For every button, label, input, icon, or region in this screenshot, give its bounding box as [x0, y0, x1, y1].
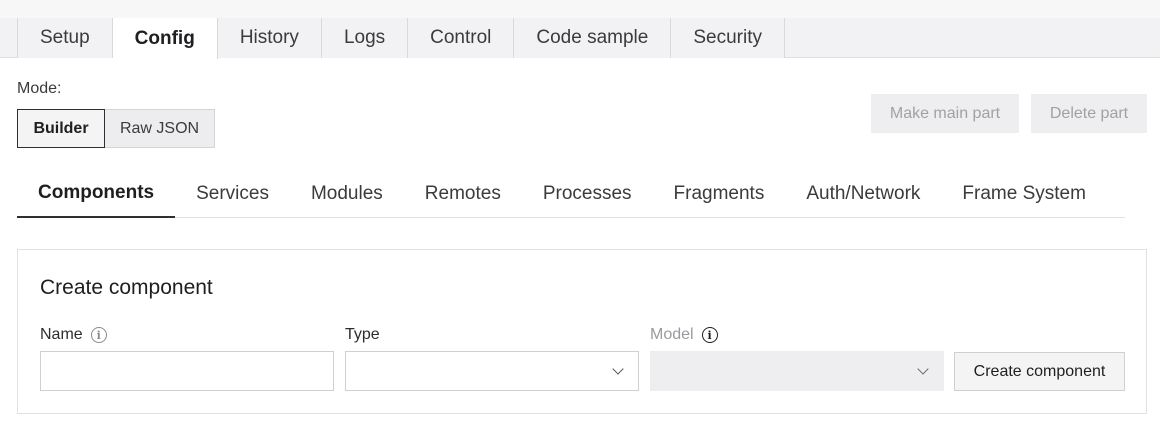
model-label: Model i [650, 326, 718, 344]
make-main-part-button[interactable]: Make main part [871, 94, 1019, 133]
subtab-services[interactable]: Services [175, 170, 290, 218]
type-select[interactable] [345, 351, 639, 391]
subtab-remotes[interactable]: Remotes [404, 170, 522, 218]
mode-toggle: Builder Raw JSON [17, 109, 215, 148]
mode-builder-button[interactable]: Builder [17, 109, 105, 148]
delete-part-button[interactable]: Delete part [1031, 94, 1147, 133]
chevron-down-icon [917, 363, 929, 375]
subtab-modules[interactable]: Modules [290, 170, 404, 218]
model-label-text: Model [650, 326, 694, 343]
config-sub-tabs: Components Services Modules Remotes Proc… [17, 170, 1125, 218]
name-label-text: Name [40, 326, 83, 343]
main-tabs: Setup Config History Logs Control Code s… [17, 18, 785, 59]
create-component-card: Create component Name i Type Model i Cre… [17, 249, 1147, 414]
tab-config[interactable]: Config [112, 18, 218, 59]
tab-control[interactable]: Control [408, 18, 515, 58]
tab-logs[interactable]: Logs [321, 18, 409, 58]
tab-setup[interactable]: Setup [17, 18, 113, 58]
create-component-button[interactable]: Create component [954, 352, 1125, 391]
name-label: Name i [40, 326, 107, 344]
tab-history[interactable]: History [217, 18, 322, 58]
card-title: Create component [40, 276, 213, 299]
info-icon[interactable]: i [701, 327, 718, 343]
mode-label: Mode: [17, 80, 62, 97]
subtab-processes[interactable]: Processes [522, 170, 653, 218]
name-input[interactable] [40, 351, 334, 391]
subtab-frame-system[interactable]: Frame System [941, 170, 1107, 218]
subtab-fragments[interactable]: Fragments [653, 170, 786, 218]
subtab-components[interactable]: Components [17, 170, 176, 218]
info-icon[interactable]: i [90, 327, 107, 343]
subtab-auth-network[interactable]: Auth/Network [785, 170, 941, 218]
type-label-text: Type [345, 326, 380, 343]
top-strip [0, 0, 1160, 18]
mode-raw-json-button[interactable]: Raw JSON [105, 109, 215, 148]
model-select[interactable] [650, 351, 944, 391]
chevron-down-icon [612, 363, 624, 375]
type-label: Type [345, 326, 380, 344]
tab-security[interactable]: Security [671, 18, 785, 58]
top-bar: Setup Config History Logs Control Code s… [0, 0, 1160, 59]
tab-code-sample[interactable]: Code sample [514, 18, 672, 58]
